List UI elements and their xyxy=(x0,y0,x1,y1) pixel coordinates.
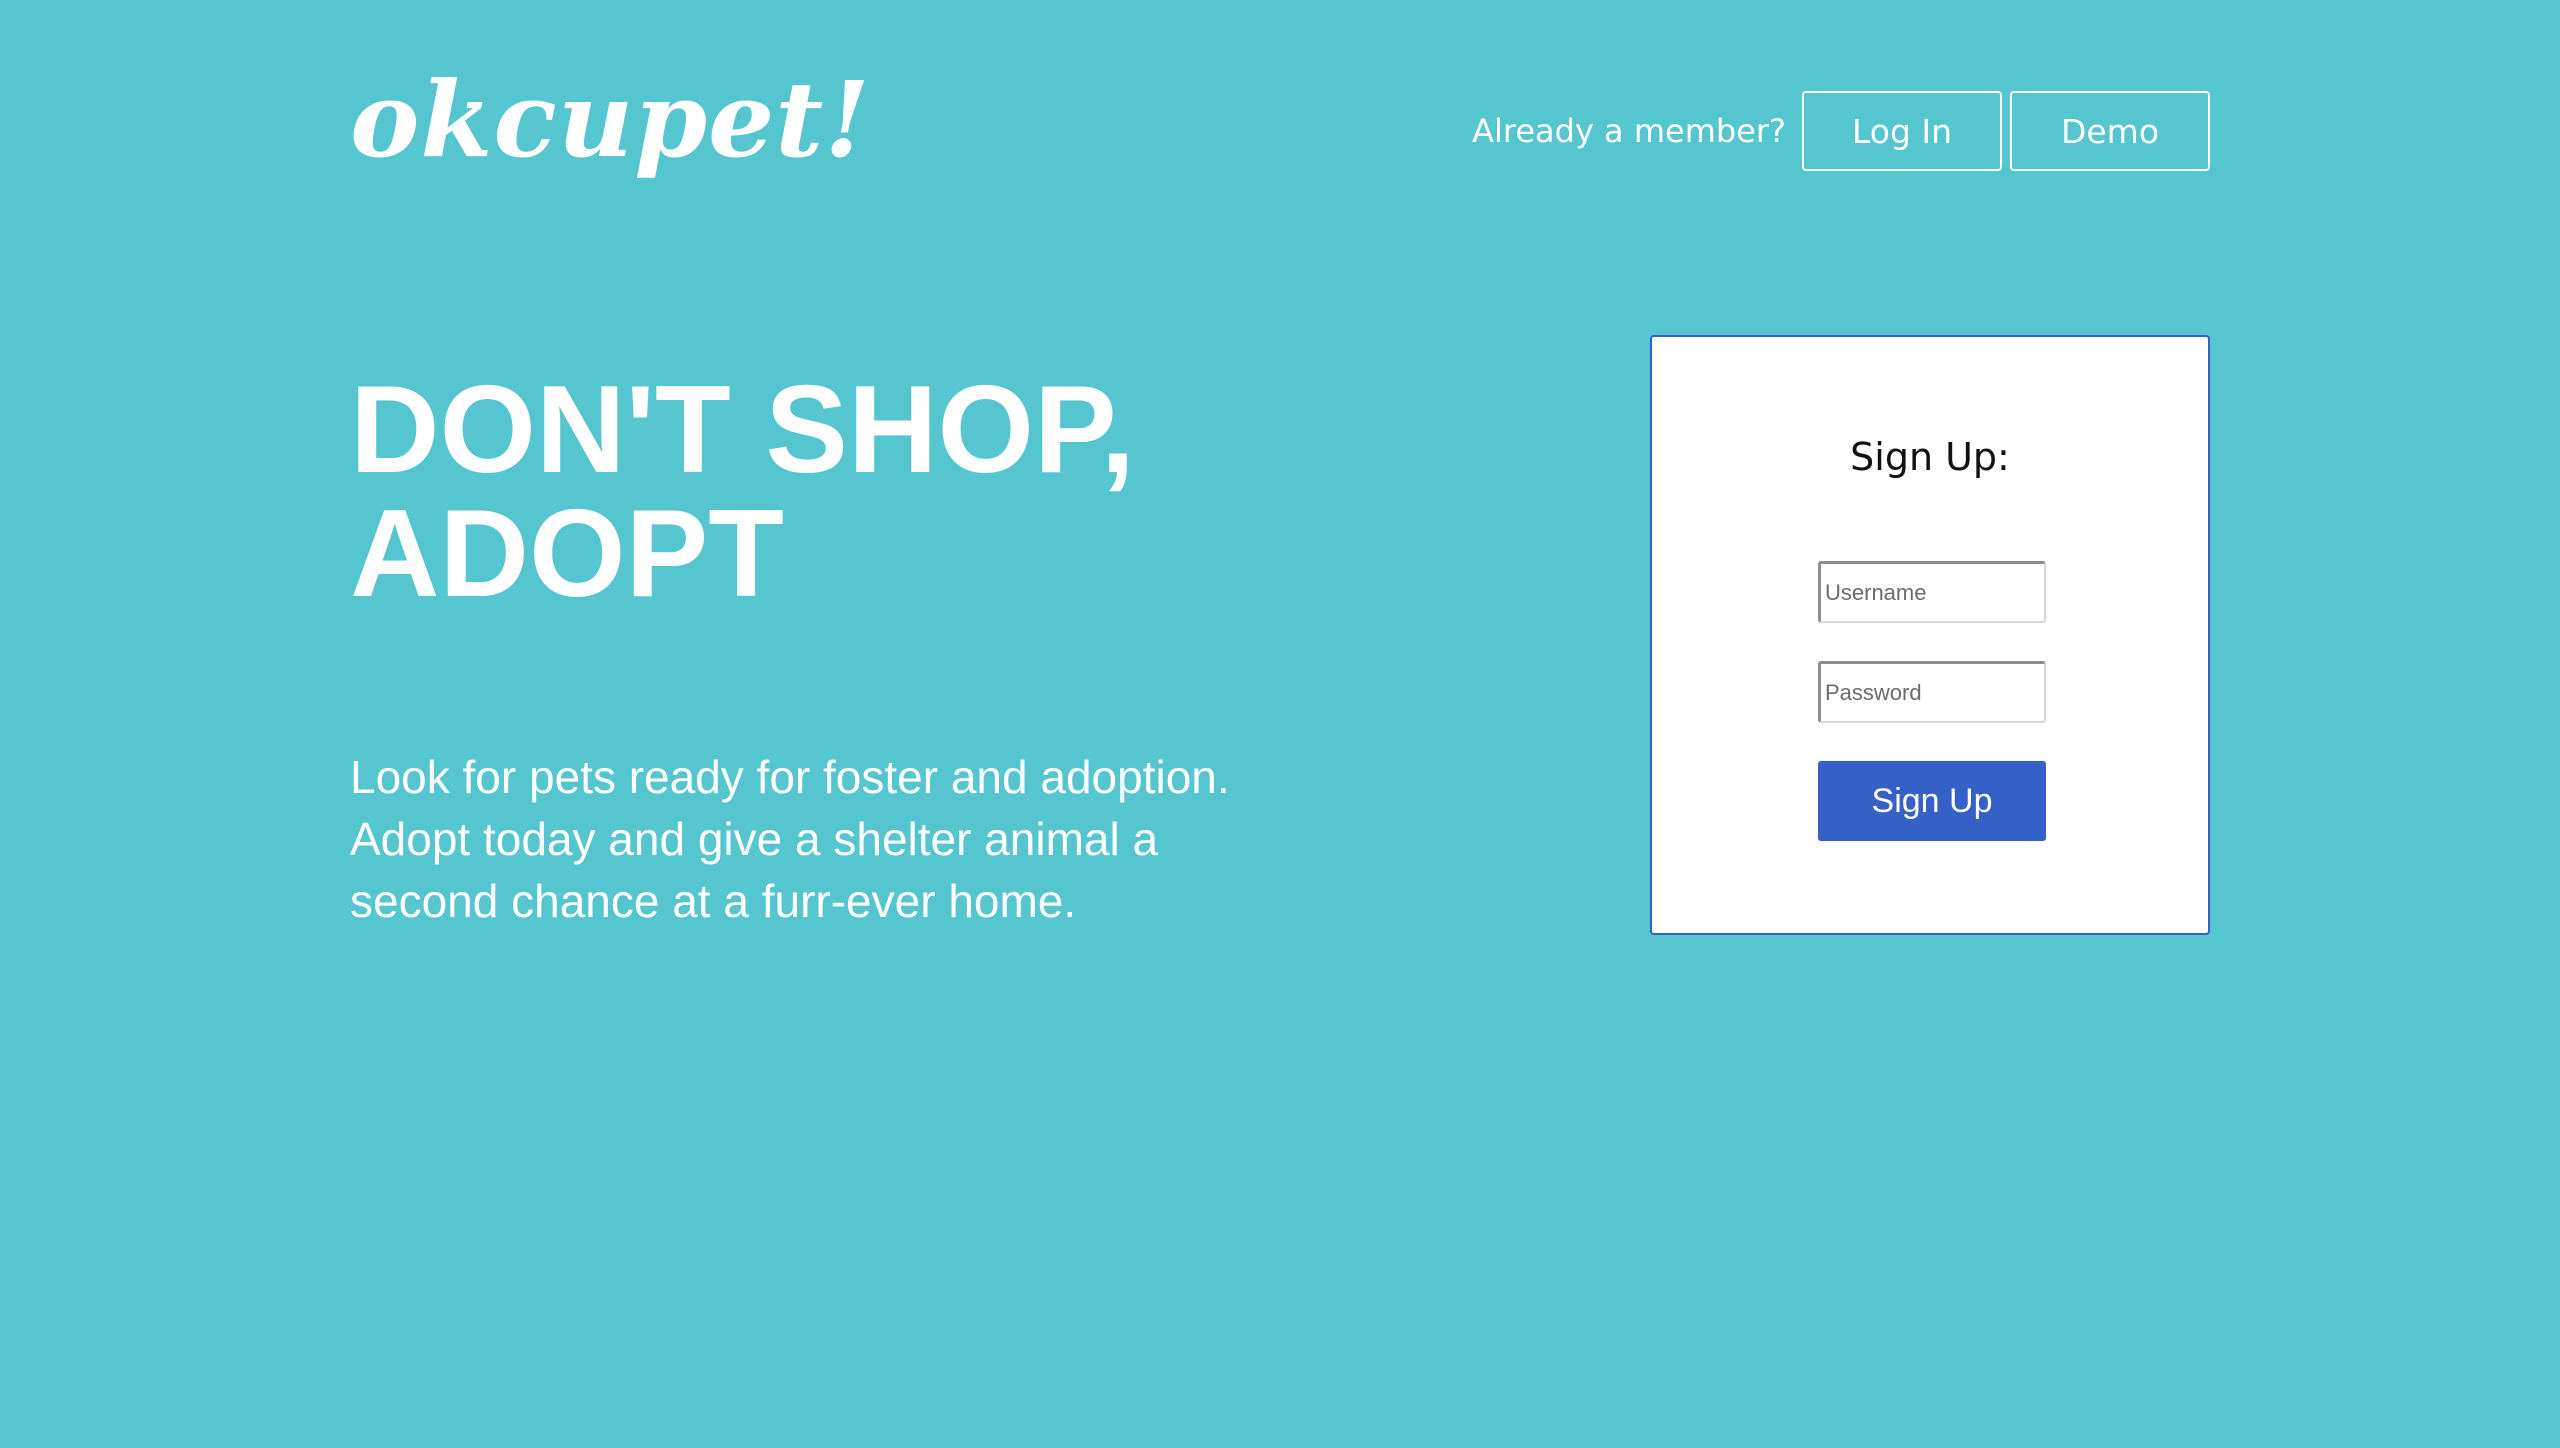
password-input[interactable] xyxy=(1818,661,2046,723)
hero-headline-line: DON'T SHOP, xyxy=(350,361,1136,499)
landing-page: { "header": { "logo": "okcupet!", "membe… xyxy=(0,0,2560,1448)
username-input[interactable] xyxy=(1818,561,2046,623)
hero-tagline-line: Adopt today and give a shelter animal a xyxy=(350,813,1159,865)
hero-tagline: Look for pets ready for foster and adopt… xyxy=(350,746,1250,932)
site-logo[interactable]: okcupet! xyxy=(350,50,871,190)
member-prompt: Already a member? xyxy=(1472,112,1786,150)
hero-headline-line: ADOPT xyxy=(350,485,784,623)
hero-tagline-line: Look for pets ready for foster and adopt… xyxy=(350,751,1230,803)
hero-headline: DON'T SHOP, ADOPT xyxy=(350,368,1250,616)
hero-tagline-line: second chance at a furr-ever home. xyxy=(350,875,1077,927)
signup-button[interactable]: Sign Up xyxy=(1818,761,2046,841)
signup-form: Sign Up: Sign Up xyxy=(1650,335,2210,935)
login-button[interactable]: Log In xyxy=(1802,91,2002,171)
header-nav: Already a member? Log In Demo xyxy=(1472,91,2210,171)
demo-button[interactable]: Demo xyxy=(2010,91,2210,171)
signup-title: Sign Up: xyxy=(1850,435,2010,479)
